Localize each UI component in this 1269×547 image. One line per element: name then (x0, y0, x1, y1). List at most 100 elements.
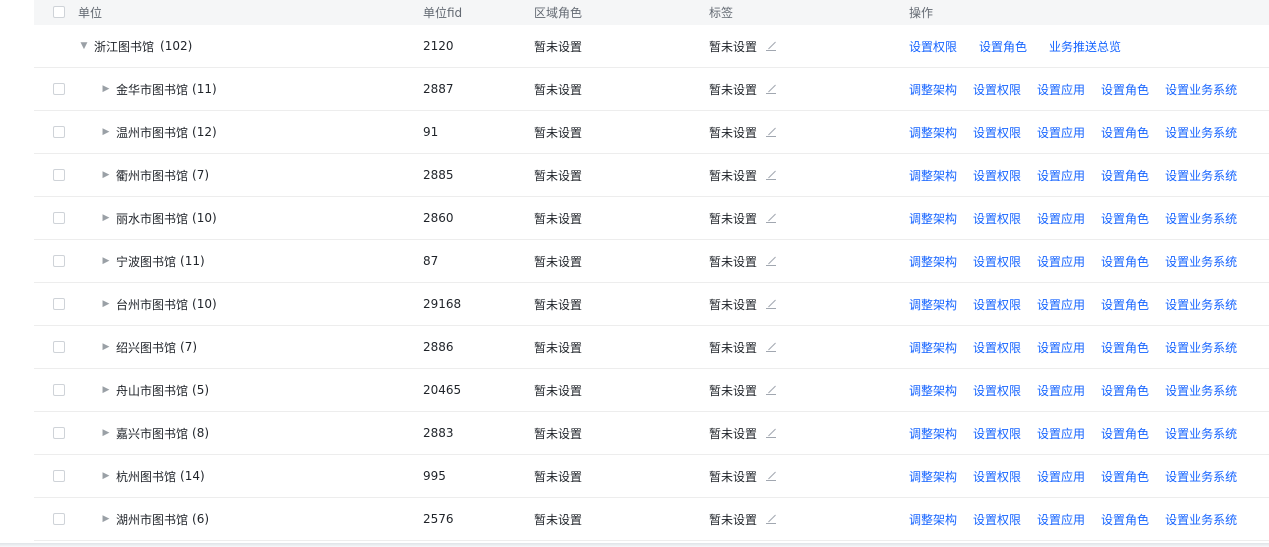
edit-icon[interactable] (765, 170, 777, 180)
expand-icon[interactable]: ▶ (100, 514, 112, 524)
set-business-system-link[interactable]: 设置业务系统 (1165, 124, 1237, 141)
expand-icon[interactable]: ▶ (100, 342, 112, 352)
expand-icon[interactable]: ▶ (100, 385, 112, 395)
expand-icon[interactable]: ▶ (100, 256, 112, 266)
expand-icon[interactable]: ▶ (100, 428, 112, 438)
adjust-structure-link[interactable]: 调整架构 (909, 511, 957, 528)
set-business-system-link[interactable]: 设置业务系统 (1165, 210, 1237, 227)
edit-icon[interactable] (765, 256, 777, 266)
set-permission-link[interactable]: 设置权限 (973, 468, 1021, 485)
set-application-link[interactable]: 设置应用 (1037, 382, 1085, 399)
set-application-link[interactable]: 设置应用 (1037, 296, 1085, 313)
set-role-link[interactable]: 设置角色 (1101, 468, 1149, 485)
row-checkbox[interactable] (53, 427, 65, 439)
set-business-system-link[interactable]: 设置业务系统 (1165, 253, 1237, 270)
set-role-link[interactable]: 设置角色 (1101, 425, 1149, 442)
adjust-structure-link[interactable]: 调整架构 (909, 124, 957, 141)
adjust-structure-link[interactable]: 调整架构 (909, 167, 957, 184)
set-permission-link[interactable]: 设置权限 (973, 253, 1021, 270)
set-role-link[interactable]: 设置角色 (1101, 511, 1149, 528)
set-role-link[interactable]: 设置角色 (1101, 210, 1149, 227)
set-application-link[interactable]: 设置应用 (1037, 468, 1085, 485)
adjust-structure-link[interactable]: 调整架构 (909, 296, 957, 313)
set-business-system-link[interactable]: 设置业务系统 (1165, 382, 1237, 399)
business-push-overview-link[interactable]: 业务推送总览 (1049, 38, 1121, 55)
set-business-system-link[interactable]: 设置业务系统 (1165, 167, 1237, 184)
edit-icon[interactable] (765, 299, 777, 309)
row-checkbox[interactable] (53, 255, 65, 267)
row-checkbox[interactable] (53, 384, 65, 396)
adjust-structure-link[interactable]: 调整架构 (909, 425, 957, 442)
row-checkbox[interactable] (53, 513, 65, 525)
set-business-system-link[interactable]: 设置业务系统 (1165, 425, 1237, 442)
set-role-link[interactable]: 设置角色 (1101, 253, 1149, 270)
set-application-link[interactable]: 设置应用 (1037, 511, 1085, 528)
edit-icon[interactable] (765, 41, 777, 51)
edit-icon[interactable] (765, 84, 777, 94)
row-checkbox[interactable] (53, 470, 65, 482)
row-checkbox[interactable] (53, 298, 65, 310)
set-business-system-link[interactable]: 设置业务系统 (1165, 468, 1237, 485)
edit-icon[interactable] (765, 342, 777, 352)
adjust-structure-link[interactable]: 调整架构 (909, 468, 957, 485)
set-application-link[interactable]: 设置应用 (1037, 425, 1085, 442)
set-business-system-link[interactable]: 设置业务系统 (1165, 339, 1237, 356)
set-application-link[interactable]: 设置应用 (1037, 167, 1085, 184)
expand-icon[interactable]: ▶ (100, 84, 112, 94)
adjust-structure-link[interactable]: 调整架构 (909, 339, 957, 356)
select-all-checkbox[interactable] (53, 6, 65, 18)
adjust-structure-link[interactable]: 调整架构 (909, 81, 957, 98)
adjust-structure-link[interactable]: 调整架构 (909, 253, 957, 270)
set-business-system-link[interactable]: 设置业务系统 (1165, 296, 1237, 313)
column-actions: 操作 (909, 6, 934, 20)
expand-icon[interactable]: ▶ (100, 170, 112, 180)
set-role-link[interactable]: 设置角色 (1101, 124, 1149, 141)
set-permission-link[interactable]: 设置权限 (973, 511, 1021, 528)
set-permission-link[interactable]: 设置权限 (909, 38, 957, 55)
set-business-system-link[interactable]: 设置业务系统 (1165, 511, 1237, 528)
set-application-link[interactable]: 设置应用 (1037, 339, 1085, 356)
set-role-link[interactable]: 设置角色 (1101, 382, 1149, 399)
edit-icon[interactable] (765, 471, 777, 481)
set-permission-link[interactable]: 设置权限 (973, 339, 1021, 356)
unit-fid: 2885 (423, 168, 454, 182)
adjust-structure-link[interactable]: 调整架构 (909, 382, 957, 399)
row-actions: 调整架构 设置权限 设置应用 设置角色 设置业务系统 (909, 197, 1237, 239)
set-permission-link[interactable]: 设置权限 (973, 210, 1021, 227)
table-header: 单位 单位fid 区域角色 标签 操作 (34, 0, 1269, 25)
set-application-link[interactable]: 设置应用 (1037, 81, 1085, 98)
row-checkbox[interactable] (53, 212, 65, 224)
edit-icon[interactable] (765, 385, 777, 395)
expand-icon[interactable]: ▶ (100, 213, 112, 223)
set-permission-link[interactable]: 设置权限 (973, 81, 1021, 98)
set-permission-link[interactable]: 设置权限 (973, 296, 1021, 313)
set-application-link[interactable]: 设置应用 (1037, 210, 1085, 227)
collapse-icon[interactable]: ▼ (78, 41, 90, 51)
edit-icon[interactable] (765, 514, 777, 524)
expand-icon[interactable]: ▶ (100, 471, 112, 481)
edit-icon[interactable] (765, 428, 777, 438)
set-role-link[interactable]: 设置角色 (1101, 81, 1149, 98)
row-checkbox[interactable] (53, 126, 65, 138)
set-role-link[interactable]: 设置角色 (1101, 339, 1149, 356)
adjust-structure-link[interactable]: 调整架构 (909, 210, 957, 227)
expand-icon[interactable]: ▶ (100, 299, 112, 309)
set-application-link[interactable]: 设置应用 (1037, 124, 1085, 141)
tag-value: 暂未设置 (709, 469, 758, 484)
set-permission-link[interactable]: 设置权限 (973, 124, 1021, 141)
set-role-link[interactable]: 设置角色 (979, 38, 1027, 55)
expand-icon[interactable]: ▶ (100, 127, 112, 137)
set-permission-link[interactable]: 设置权限 (973, 382, 1021, 399)
edit-icon[interactable] (765, 213, 777, 223)
row-checkbox[interactable] (53, 341, 65, 353)
set-permission-link[interactable]: 设置权限 (973, 425, 1021, 442)
set-role-link[interactable]: 设置角色 (1101, 296, 1149, 313)
set-business-system-link[interactable]: 设置业务系统 (1165, 81, 1237, 98)
edit-icon[interactable] (765, 127, 777, 137)
row-checkbox[interactable] (53, 83, 65, 95)
unit-count: (8) (192, 426, 210, 440)
set-application-link[interactable]: 设置应用 (1037, 253, 1085, 270)
row-checkbox[interactable] (53, 169, 65, 181)
set-role-link[interactable]: 设置角色 (1101, 167, 1149, 184)
set-permission-link[interactable]: 设置权限 (973, 167, 1021, 184)
